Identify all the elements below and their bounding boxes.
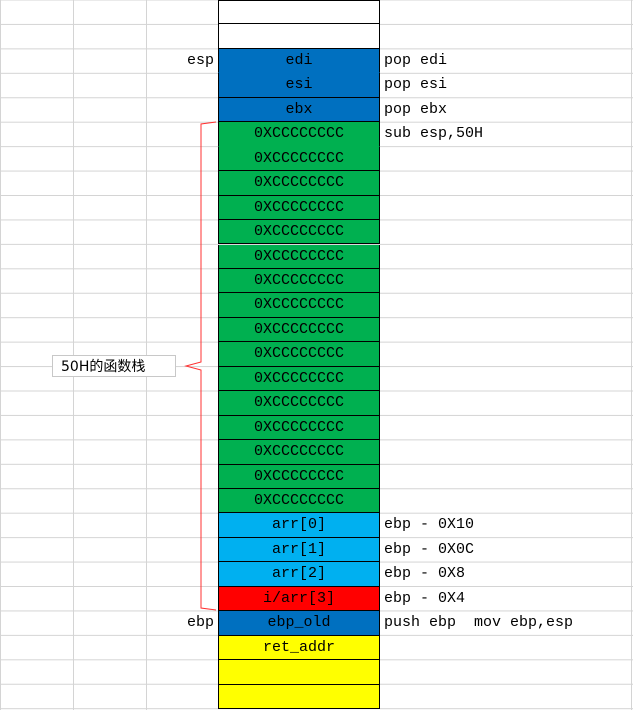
brace-label: 50H的函数栈 (52, 355, 176, 377)
spreadsheet-diagram: edi pop edi esp esi pop esi ebx pop ebx 0XCCCCC… (0, 0, 633, 710)
